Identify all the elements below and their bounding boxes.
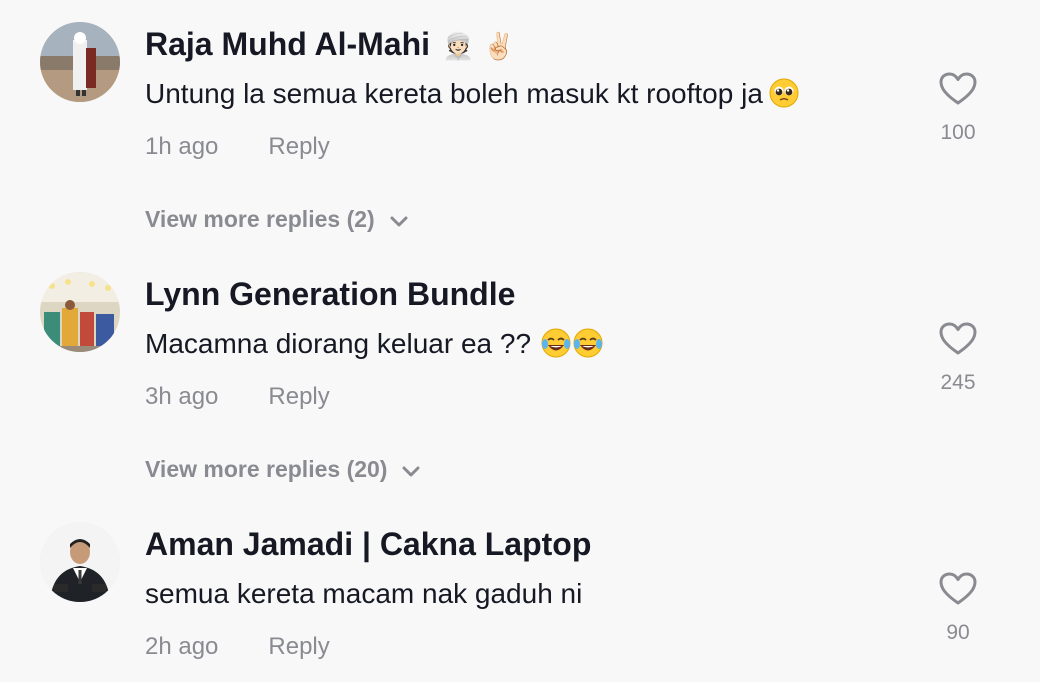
pleading-face-icon (769, 78, 799, 108)
heart-icon[interactable] (939, 72, 977, 106)
comment-meta: 3h ago Reply (145, 381, 330, 413)
tears-of-joy-icon (573, 328, 603, 358)
heart-icon[interactable] (939, 572, 977, 606)
tears-of-joy-icon (541, 328, 571, 358)
comment-time: 2h ago (145, 633, 219, 660)
username-text[interactable]: Raja Muhd Al-Mahi (145, 26, 430, 62)
comment-text: Macamna diorang keluar ea ?? (145, 326, 603, 362)
comment-meta: 2h ago Reply (145, 631, 330, 663)
like-control: 245 (930, 322, 986, 396)
like-count: 90 (946, 621, 970, 644)
username-emoji: 👳🏻 ✌🏻 (442, 32, 516, 62)
comment-time: 3h ago (145, 383, 219, 410)
avatar[interactable] (40, 22, 120, 102)
like-control: 100 (930, 72, 986, 146)
comment-text-content: Macamna diorang keluar ea ?? (145, 328, 532, 359)
reply-button[interactable]: Reply (268, 133, 329, 160)
comment-text: semua kereta macam nak gaduh ni (145, 578, 583, 609)
avatar[interactable] (40, 522, 120, 602)
reply-button[interactable]: Reply (268, 633, 329, 660)
like-control: 90 (930, 572, 986, 646)
like-count: 100 (940, 121, 976, 144)
chevron-down-icon (402, 466, 420, 477)
username[interactable]: Raja Muhd Al-Mahi 👳🏻 ✌🏻 (145, 24, 515, 67)
like-count: 245 (940, 371, 976, 394)
view-more-replies-label[interactable]: View more replies (20) (145, 456, 387, 482)
view-more-replies-button[interactable]: View more replies (2) (145, 203, 409, 235)
reply-button[interactable]: Reply (268, 383, 329, 410)
comment-time: 1h ago (145, 133, 219, 160)
username[interactable]: Aman Jamadi | Cakna Laptop (145, 524, 591, 564)
username[interactable]: Lynn Generation Bundle (145, 274, 515, 314)
comment-meta: 1h ago Reply (145, 131, 330, 163)
comment-text-content: Untung la semua kereta boleh masuk kt ro… (145, 78, 763, 109)
avatar[interactable] (40, 272, 120, 352)
view-more-replies-button[interactable]: View more replies (20) (145, 453, 421, 485)
heart-icon[interactable] (939, 322, 977, 356)
comment-text: Untung la semua kereta boleh masuk kt ro… (145, 76, 799, 112)
comments-list: Raja Muhd Al-Mahi 👳🏻 ✌🏻 Untung la semua k… (0, 0, 1040, 682)
view-more-replies-label[interactable]: View more replies (2) (145, 206, 375, 232)
chevron-down-icon (390, 216, 408, 227)
